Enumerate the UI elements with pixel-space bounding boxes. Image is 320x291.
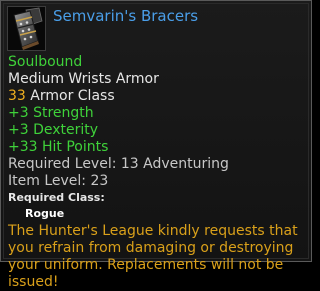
binding-status: Soulbound [8,54,83,70]
item-tooltip: Semvarin's Bracers Soulbound Medium Wris… [0,0,312,290]
item-details: Soulbound Medium Wrists Armor 33 Armor C… [8,54,307,291]
required-level: Required Level: 13 Adventuring [8,156,229,172]
required-class-label: Required Class: [8,191,105,204]
stat-hit-points: +33 Hit Points [8,139,109,155]
armor-class-label: Armor Class [30,88,115,104]
slot-type: Medium Wrists Armor [8,71,159,87]
item-name: Semvarin's Bracers [53,7,199,25]
bracers-icon [8,7,45,50]
required-class: Rogue [25,207,65,220]
armor-class-value: 33 [8,88,26,104]
stat-dexterity: +3 Dexterity [8,122,99,138]
item-icon-slot [7,6,46,51]
stat-strength: +3 Strength [8,105,94,121]
item-level: Item Level: 23 [8,173,109,189]
armor-class: 33 Armor Class [8,88,307,105]
flavor-text: The Hunter's League kindly requests that… [8,223,298,290]
